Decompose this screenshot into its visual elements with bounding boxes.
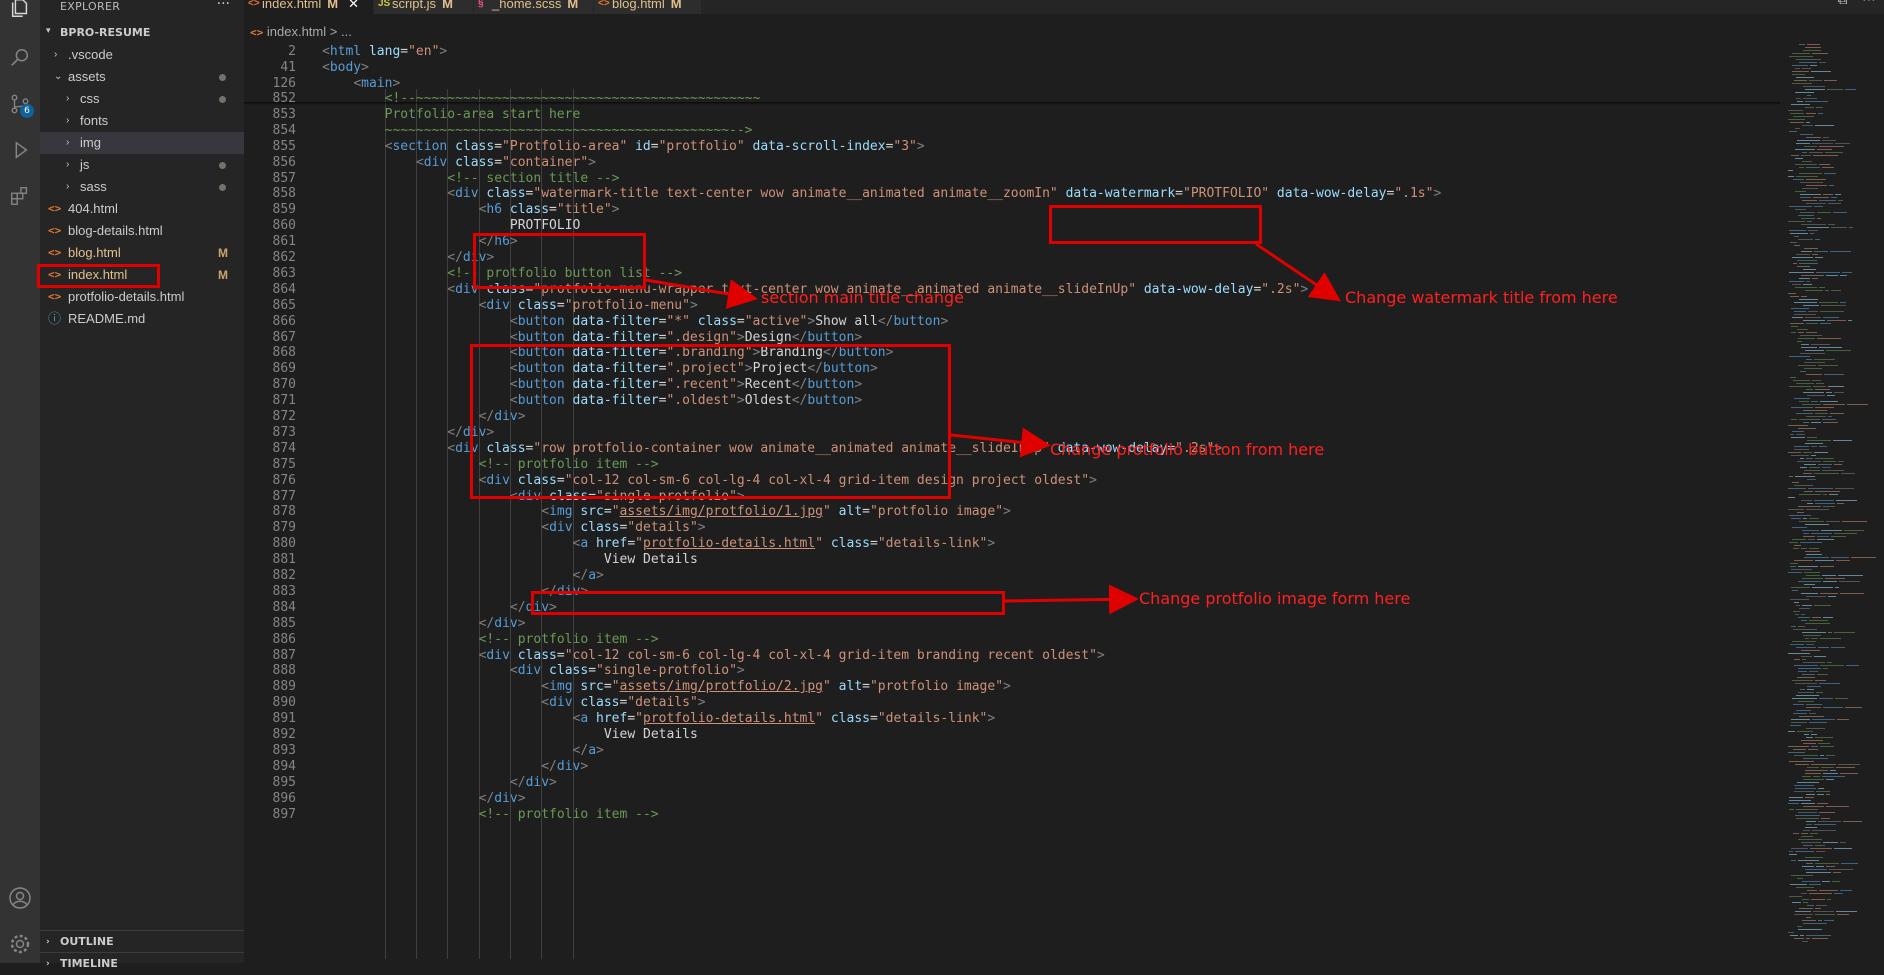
annotation-title-note: section main title change [761, 288, 965, 307]
annotation-watermark-note: Change watermark title from here [1345, 288, 1618, 307]
annotation-button-note: Change protfolio button from here [1050, 440, 1325, 459]
annotation-arrows [645, 242, 1341, 615]
annotation-image-note: Change protfolio image form here [1139, 589, 1411, 608]
